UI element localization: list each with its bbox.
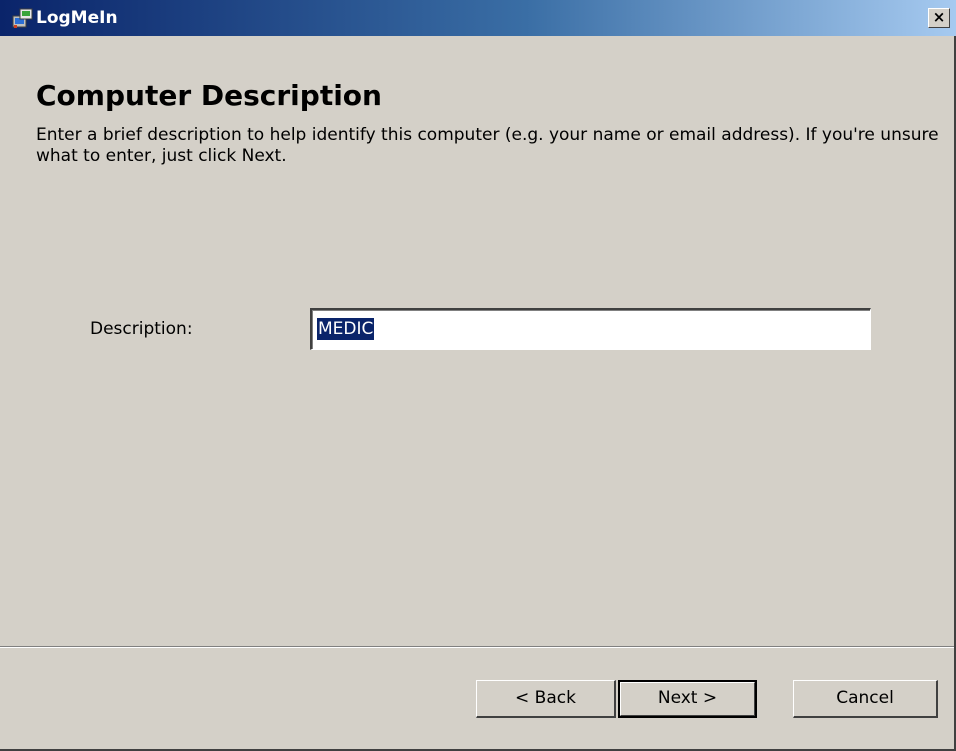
description-input[interactable]: MEDIC [310, 308, 871, 350]
description-label: Description: [90, 319, 193, 339]
page-title: Computer Description [36, 79, 382, 112]
installer-dialog: LogMeIn × Computer Description Enter a b… [0, 0, 956, 751]
back-button[interactable]: < Back [476, 680, 616, 718]
footer-separator [0, 646, 954, 648]
title-bar[interactable]: LogMeIn × [0, 0, 956, 36]
cancel-button[interactable]: Cancel [793, 680, 938, 718]
close-icon: × [932, 8, 946, 26]
window-title: LogMeIn [36, 8, 118, 28]
logmein-installer-icon [12, 8, 33, 28]
next-button[interactable]: Next > [618, 680, 757, 718]
next-button-label: Next > [620, 682, 755, 716]
page-instructions: Enter a brief description to help identi… [36, 125, 939, 166]
close-button[interactable]: × [928, 8, 950, 28]
description-value-selected: MEDIC [317, 318, 375, 340]
